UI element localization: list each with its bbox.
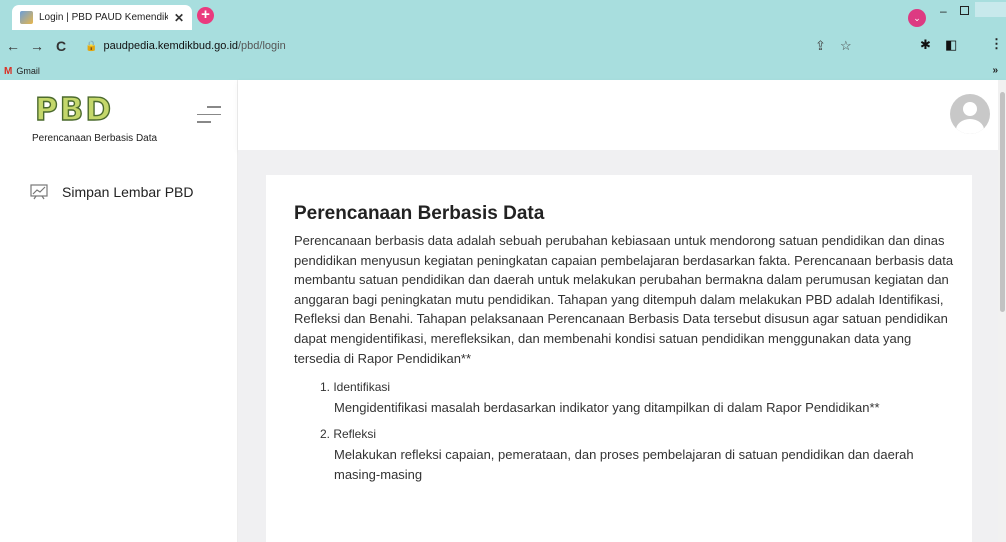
chart-icon	[30, 184, 48, 200]
step-description: Melakukan refleksi capaian, pemerataan, …	[334, 446, 914, 482]
page-title: Perencanaan Berbasis Data	[294, 203, 545, 224]
content-card: Perencanaan Berbasis Data Perencanaan be…	[266, 175, 972, 542]
scrollbar-thumb[interactable]	[1000, 92, 1005, 312]
browser-tabstrip: Login | PBD PAUD Kemendikbud ✕ + ⌄ –	[0, 0, 1006, 30]
steps-list: 1. Identifikasi Mengidentifikasi masalah…	[320, 378, 944, 484]
hamburger-menu-icon[interactable]	[197, 106, 221, 129]
url-host: paudpedia.kemdikbud.go.id	[103, 40, 238, 52]
avatar[interactable]	[950, 94, 990, 134]
lock-icon[interactable]: 🔒	[85, 41, 97, 52]
bookmarks-more-icon[interactable]: »	[992, 65, 998, 76]
sidebar-item-simpan-lembar-pbd[interactable]: Simpan Lembar PBD	[30, 184, 194, 200]
gmail-icon[interactable]: M	[4, 66, 12, 77]
address-bar[interactable]: 🔒 paudpedia.kemdikbud.go.id/pbd/login ⇪ …	[85, 34, 865, 58]
sidebar: PBD Perencanaan Berbasis Data Simpan Lem…	[0, 80, 238, 542]
side-panel-icon[interactable]: ◧	[945, 37, 957, 53]
window-close-button[interactable]	[975, 2, 1006, 17]
browser-tab[interactable]: Login | PBD PAUD Kemendikbud ✕	[12, 5, 192, 30]
close-icon[interactable]: ✕	[174, 11, 184, 25]
sidebar-item-label: Simpan Lembar PBD	[62, 184, 194, 200]
step-description: Mengidentifikasi masalah berdasarkan ind…	[334, 399, 880, 415]
share-icon[interactable]: ⇪	[815, 34, 826, 58]
bookmark-gmail[interactable]: Gmail	[16, 66, 40, 76]
logo-subtitle: Perencanaan Berbasis Data	[32, 133, 158, 144]
step-heading: 1. Identifikasi	[320, 380, 391, 395]
bookmark-star-icon[interactable]: ☆	[840, 34, 852, 58]
minimize-icon[interactable]: –	[940, 4, 947, 18]
new-tab-button[interactable]: +	[197, 7, 214, 24]
back-icon[interactable]: ←	[2, 38, 24, 54]
extensions-icon[interactable]: ✱	[920, 37, 931, 53]
chevron-down-icon[interactable]: ⌄	[908, 9, 926, 27]
menu-icon[interactable]: ⋮	[990, 36, 1003, 52]
top-header	[238, 80, 1006, 150]
list-item: 1. Identifikasi Mengidentifikasi masalah…	[320, 378, 944, 417]
url-path: /pbd/login	[238, 40, 286, 52]
tab-title: Login | PBD PAUD Kemendikbud	[39, 12, 168, 23]
step-heading: 2. Refleksi	[320, 427, 377, 442]
bookmarks-bar: M Gmail »	[0, 62, 1006, 80]
intro-paragraph: Perencanaan berbasis data adalah sebuah …	[294, 233, 954, 366]
logo[interactable]: PBD	[34, 91, 113, 128]
reload-icon[interactable]: C	[50, 38, 72, 54]
favicon-icon	[20, 11, 33, 24]
list-item: 2. Refleksi Melakukan refleksi capaian, …	[320, 425, 944, 484]
browser-toolbar: ← → C 🔒 paudpedia.kemdikbud.go.id/pbd/lo…	[0, 30, 1006, 62]
forward-icon[interactable]: →	[26, 38, 48, 54]
maximize-icon[interactable]	[960, 6, 969, 15]
